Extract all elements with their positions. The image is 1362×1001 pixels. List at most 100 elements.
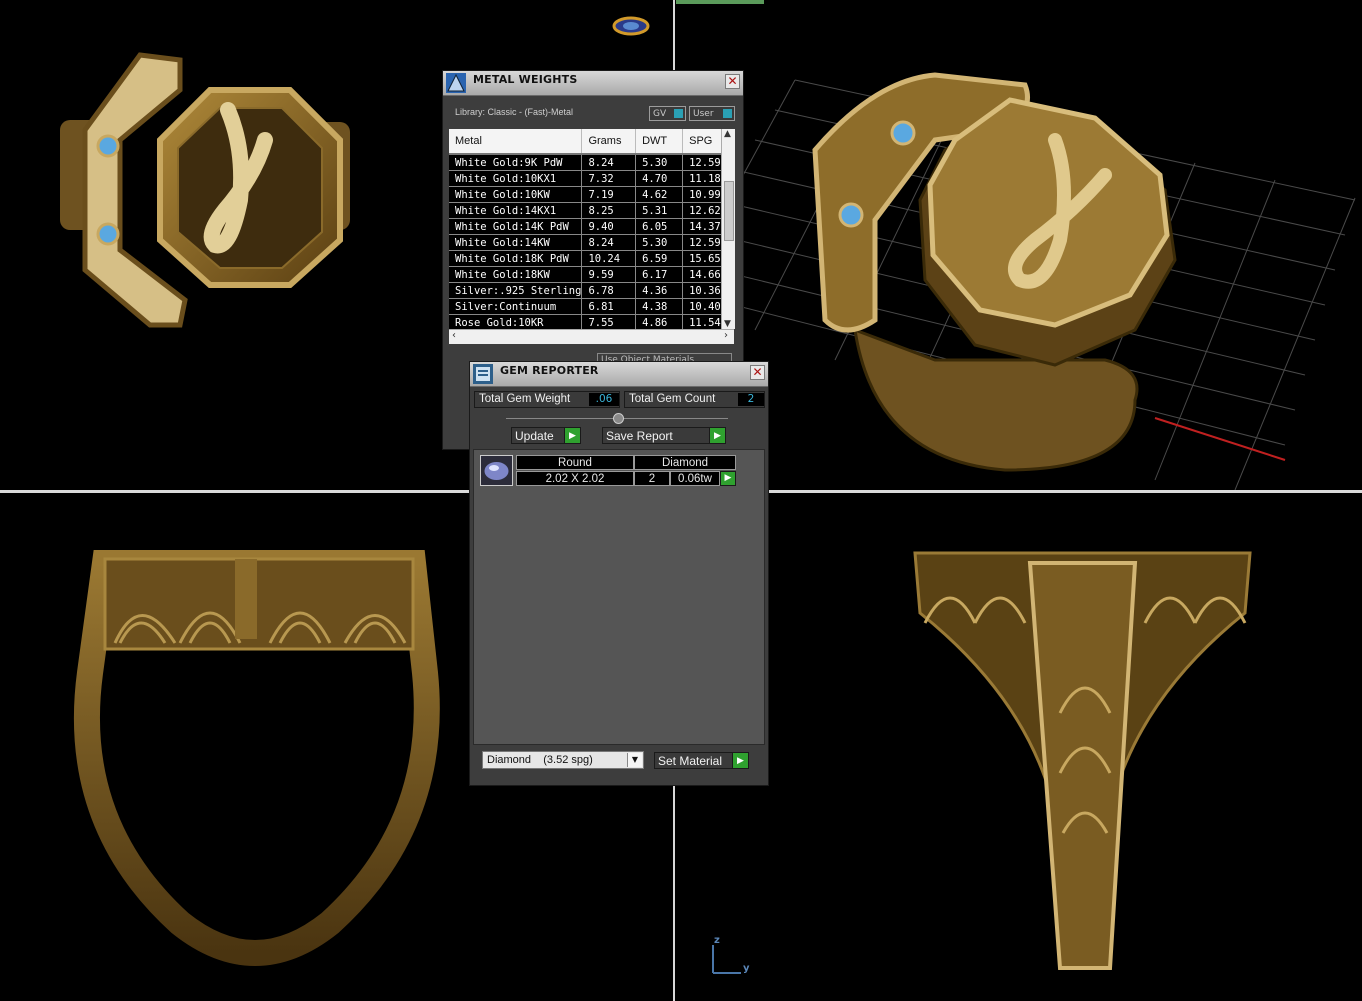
play-arrow-icon: ▶ xyxy=(709,428,725,443)
metal-table-horizontal-scrollbar[interactable]: ‹ › xyxy=(449,329,734,344)
gem-size-cell: 2.02 X 2.02 xyxy=(516,471,634,486)
cell-metal: Rose Gold:10KR xyxy=(449,314,583,329)
user-toggle-indicator xyxy=(723,109,732,118)
set-material-button[interactable]: Set Material ▶ xyxy=(654,752,749,769)
total-gem-weight-value: .06 xyxy=(589,393,619,406)
scroll-right-icon[interactable]: › xyxy=(724,330,728,341)
cell-metal: White Gold:14KX1 xyxy=(449,202,583,219)
ring-center-post xyxy=(235,559,257,639)
cell-grams: 10.24 xyxy=(581,250,637,267)
play-arrow-icon: ▶ xyxy=(564,428,580,443)
column-header-grams[interactable]: Grams xyxy=(581,129,637,155)
cell-grams: 6.78 xyxy=(581,282,637,299)
table-row[interactable]: White Gold:10KX1 7.32 4.70 11.18 xyxy=(449,170,732,187)
save-report-button[interactable]: Save Report ▶ xyxy=(602,427,726,444)
gem-reporter-icon xyxy=(472,363,494,385)
gem-shape-cell: Round xyxy=(516,455,634,470)
table-row[interactable]: White Gold:9K PdW 8.24 5.30 12.59 xyxy=(449,154,732,171)
metal-table-vertical-scrollbar[interactable]: ▲ ▼ xyxy=(721,129,735,329)
ring-shank-side xyxy=(1027,561,1138,970)
cell-grams: 8.24 xyxy=(581,154,637,171)
metal-weights-titlebar[interactable]: METAL WEIGHTS ✕ xyxy=(443,71,743,96)
cell-metal: White Gold:10KX1 xyxy=(449,170,583,187)
gem-reporter-titlebar[interactable]: GEM REPORTER ✕ xyxy=(470,362,768,387)
gem-list-item[interactable]: Round Diamond 2.02 X 2.02 2 0.06tw ▶ xyxy=(480,455,736,487)
axis-y-label: y xyxy=(743,963,750,974)
metal-table[interactable]: Metal Grams DWT SPG White Gold:9K PdW 8.2… xyxy=(449,129,732,329)
gem-type-cell: Diamond xyxy=(634,455,736,470)
save-report-label: Save Report xyxy=(606,429,673,443)
table-row[interactable]: White Gold:14KW 8.24 5.30 12.59 xyxy=(449,234,732,251)
cell-dwt: 4.36 xyxy=(635,282,684,299)
cell-dwt: 5.30 xyxy=(635,154,684,171)
total-gem-count-value: 2 xyxy=(738,393,764,406)
cell-metal: White Gold:14K PdW xyxy=(449,218,583,235)
update-button[interactable]: Update ▶ xyxy=(511,427,581,444)
close-icon[interactable]: ✕ xyxy=(750,365,765,380)
ring-head-front xyxy=(103,557,415,651)
gem-select-arrow-icon[interactable]: ▶ xyxy=(720,471,736,486)
cell-dwt: 4.62 xyxy=(635,186,684,203)
dropdown-arrow-icon[interactable]: ▼ xyxy=(627,753,642,767)
scroll-up-icon[interactable]: ▲ xyxy=(724,129,731,139)
gem-persp-2 xyxy=(838,202,864,228)
cell-dwt: 5.30 xyxy=(635,234,684,251)
total-gem-count-label: Total Gem Count xyxy=(629,393,716,405)
axis-z-label: z xyxy=(714,935,720,946)
cell-metal: White Gold:14KW xyxy=(449,234,583,251)
perspective-viewport[interactable] xyxy=(675,0,1362,490)
cell-dwt: 6.17 xyxy=(635,266,684,283)
cell-metal: Silver:Continuum xyxy=(449,298,583,315)
table-row[interactable]: Silver:.925 Sterling 6.78 4.36 10.36 xyxy=(449,282,732,299)
cell-dwt: 6.05 xyxy=(635,218,684,235)
scroll-thumb[interactable] xyxy=(724,181,734,241)
user-toggle-button[interactable]: User xyxy=(689,106,735,121)
cell-grams: 7.19 xyxy=(581,186,637,203)
top-tab-indicator[interactable] xyxy=(676,0,764,4)
table-row[interactable]: White Gold:10KW 7.19 4.62 10.99 xyxy=(449,186,732,203)
scroll-down-icon[interactable]: ▼ xyxy=(724,319,731,329)
cell-dwt: 4.86 xyxy=(635,314,684,329)
ring-emblem-icon[interactable] xyxy=(612,14,650,38)
gem-persp-1 xyxy=(890,120,916,146)
metal-weights-icon xyxy=(445,72,467,94)
metal-weights-title: METAL WEIGHTS xyxy=(473,73,578,86)
cell-dwt: 4.38 xyxy=(635,298,684,315)
gv-toggle-indicator xyxy=(674,109,683,118)
library-label: Library: Classic - (Fast)-Metal xyxy=(455,107,574,117)
play-arrow-icon: ▶ xyxy=(732,753,748,768)
column-header-metal[interactable]: Metal xyxy=(449,129,583,155)
gem-top-2 xyxy=(96,222,120,246)
cell-metal: Silver:.925 Sterling xyxy=(449,282,583,299)
table-row[interactable]: White Gold:14KX1 8.25 5.31 12.62 xyxy=(449,202,732,219)
column-header-dwt[interactable]: DWT xyxy=(635,129,684,155)
gv-toggle-button[interactable]: GV xyxy=(649,106,686,121)
cell-grams: 7.55 xyxy=(581,314,637,329)
total-gem-count-field: Total Gem Count 2 xyxy=(624,391,765,408)
gem-top-1 xyxy=(96,134,120,158)
side-viewport[interactable] xyxy=(675,493,1362,1001)
cell-metal: White Gold:9K PdW xyxy=(449,154,583,171)
table-row[interactable]: White Gold:18K PdW 10.24 6.59 15.65 xyxy=(449,250,732,267)
round-gem-icon xyxy=(480,455,513,486)
close-icon[interactable]: ✕ xyxy=(725,74,740,89)
cell-metal: White Gold:18KW xyxy=(449,266,583,283)
material-select[interactable]: Diamond (3.52 spg) ▼ xyxy=(482,751,644,769)
table-row[interactable]: Silver:Continuum 6.81 4.38 10.40 xyxy=(449,298,732,315)
cell-metal: White Gold:10KW xyxy=(449,186,583,203)
axis-triad: z y xyxy=(705,935,755,980)
cell-grams: 6.81 xyxy=(581,298,637,315)
scroll-left-icon[interactable]: ‹ xyxy=(452,330,456,341)
table-row[interactable]: Rose Gold:10KR 7.55 4.86 11.54 xyxy=(449,314,732,329)
cell-metal: White Gold:18K PdW xyxy=(449,250,583,267)
total-gem-weight-field: Total Gem Weight .06 xyxy=(474,391,620,408)
collapse-handle[interactable] xyxy=(613,413,624,424)
cell-grams: 9.40 xyxy=(581,218,637,235)
cell-dwt: 4.70 xyxy=(635,170,684,187)
gv-label: GV xyxy=(653,109,667,119)
gem-ctw-cell: 0.06tw xyxy=(670,471,720,486)
table-row[interactable]: White Gold:18KW 9.59 6.17 14.66 xyxy=(449,266,732,283)
gem-reporter-title: GEM REPORTER xyxy=(500,364,599,377)
gem-list[interactable]: Round Diamond 2.02 X 2.02 2 0.06tw ▶ xyxy=(473,449,765,745)
table-row[interactable]: White Gold:14K PdW 9.40 6.05 14.37 xyxy=(449,218,732,235)
